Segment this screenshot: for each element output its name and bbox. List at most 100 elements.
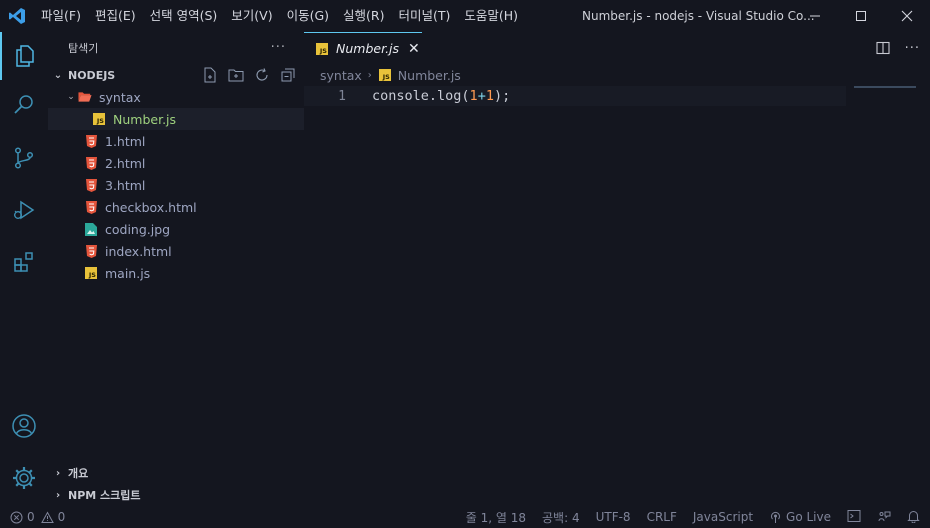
outline-section-header[interactable]: › 개요 <box>48 462 304 484</box>
breadcrumb-file[interactable]: Number.js <box>398 68 461 83</box>
code-text: console.log(1+1); <box>372 88 510 104</box>
file-label: 1.html <box>105 133 146 149</box>
collapse-all-icon[interactable] <box>280 67 296 83</box>
tree-file-checkbox-html[interactable]: checkbox.html <box>48 196 304 218</box>
html-file-icon <box>84 244 98 258</box>
indentation[interactable]: 공백: 4 <box>542 509 580 526</box>
file-label: 2.html <box>105 155 146 171</box>
menu-view[interactable]: 보기(V) <box>224 0 279 32</box>
minimize-button[interactable] <box>792 0 838 32</box>
vscode-logo-icon <box>0 0 34 32</box>
tree-file-coding-jpg[interactable]: coding.jpg <box>48 218 304 240</box>
tree-folder-syntax[interactable]: ⌄ syntax <box>48 86 304 108</box>
run-debug-icon <box>14 200 35 220</box>
close-icon <box>901 10 913 22</box>
files-icon <box>16 45 34 67</box>
search-icon <box>14 95 33 114</box>
menu-terminal[interactable]: 터미널(T) <box>392 0 458 32</box>
menu-file[interactable]: 파일(F) <box>34 0 88 32</box>
tab-label: Number.js <box>336 41 400 56</box>
editor-area: JS Number.js ✕ ··· syntax › JS Number.js… <box>304 32 930 508</box>
tab-number-js[interactable]: JS Number.js ✕ <box>304 32 422 64</box>
line-ending[interactable]: CRLF <box>647 510 677 524</box>
accounts-activity[interactable] <box>0 402 48 450</box>
sidebar-header: 탐색기 ··· <box>48 32 304 64</box>
menu-run[interactable]: 실행(R) <box>336 0 391 32</box>
minimize-icon <box>810 15 820 17</box>
gear-icon <box>13 467 35 489</box>
cursor-position[interactable]: 줄 1, 열 18 <box>466 509 526 526</box>
code-number: 1 <box>469 88 478 104</box>
feedback-icon[interactable] <box>877 509 891 526</box>
notifications-icon[interactable] <box>907 509 920 526</box>
chevron-right-icon: › <box>55 489 61 501</box>
project-section-header[interactable]: ⌄ NODEJS <box>48 64 304 86</box>
refresh-icon[interactable] <box>254 67 270 83</box>
npm-scripts-section-header[interactable]: › NPM 스크립트 <box>48 484 304 506</box>
run-debug-activity[interactable] <box>0 186 48 234</box>
file-label: checkbox.html <box>105 199 197 215</box>
account-icon <box>12 414 36 438</box>
js-file-icon: JS <box>378 68 392 82</box>
problems-indicator[interactable]: 0 0 <box>10 510 65 524</box>
source-control-activity[interactable] <box>0 134 48 182</box>
more-actions-button[interactable]: ··· <box>271 40 286 55</box>
terminal-icon[interactable] <box>847 509 861 526</box>
code-suffix: ); <box>493 88 511 104</box>
extensions-icon <box>14 252 33 272</box>
code-line[interactable]: 1 console.log(1+1); <box>304 86 846 106</box>
close-tab-icon[interactable]: ✕ <box>408 41 420 57</box>
language-mode[interactable]: JavaScript <box>693 510 753 524</box>
tab-bar: JS Number.js ✕ ··· <box>304 32 930 64</box>
file-label: main.js <box>105 265 151 281</box>
go-live-button[interactable]: Go Live <box>769 510 831 524</box>
breadcrumb-folder[interactable]: syntax <box>320 68 362 83</box>
menu-selection[interactable]: 선택 영역(S) <box>143 0 225 32</box>
code-prefix: console.log( <box>372 88 470 104</box>
new-folder-icon[interactable] <box>228 67 244 83</box>
menu-bar: 파일(F) 편집(E) 선택 영역(S) 보기(V) 이동(G) 실행(R) 터… <box>34 0 525 32</box>
tree-file-number-js[interactable]: JS Number.js <box>48 108 304 130</box>
editor-actions: ··· <box>875 32 920 64</box>
search-activity[interactable] <box>0 80 48 128</box>
menu-edit[interactable]: 편집(E) <box>88 0 143 32</box>
code-editor[interactable]: 1 console.log(1+1); <box>304 86 930 486</box>
extensions-activity[interactable] <box>0 238 48 286</box>
sidebar-title: 탐색기 <box>68 42 99 55</box>
file-label: Number.js <box>113 111 177 127</box>
image-file-icon <box>84 222 98 236</box>
new-file-icon[interactable] <box>202 67 218 83</box>
settings-activity[interactable] <box>0 454 48 502</box>
file-label: 3.html <box>105 177 146 193</box>
outline-label: 개요 <box>68 467 89 480</box>
folder-open-icon <box>78 90 92 104</box>
close-window-button[interactable] <box>884 0 930 32</box>
menu-help[interactable]: 도움말(H) <box>457 0 525 32</box>
minimap[interactable] <box>854 86 916 88</box>
js-file-icon: JS <box>315 42 329 56</box>
html-file-icon <box>84 134 98 148</box>
title-bar: 파일(F) 편집(E) 선택 영역(S) 보기(V) 이동(G) 실행(R) 터… <box>0 0 930 32</box>
tree-file-main-js[interactable]: JS main.js <box>48 262 304 284</box>
split-editor-icon[interactable] <box>875 40 891 56</box>
menu-go[interactable]: 이동(G) <box>280 0 336 32</box>
explorer-sidebar: 탐색기 ··· ⌄ NODEJS ⌄ syntax JS Number.js 1… <box>48 32 304 508</box>
more-actions-icon[interactable]: ··· <box>905 41 920 56</box>
section-actions <box>202 67 296 83</box>
warning-count: 0 <box>57 510 66 524</box>
maximize-button[interactable] <box>838 0 884 32</box>
html-file-icon <box>84 178 98 192</box>
tree-file-1-html[interactable]: 1.html <box>48 130 304 152</box>
chevron-right-icon: › <box>55 467 61 479</box>
chevron-down-icon: ⌄ <box>53 69 63 81</box>
code-operator: + <box>477 88 486 104</box>
chevron-down-icon: ⌄ <box>67 92 75 102</box>
maximize-icon <box>856 11 866 21</box>
error-count: 0 <box>27 510 35 524</box>
encoding[interactable]: UTF-8 <box>596 510 631 524</box>
tree-file-index-html[interactable]: index.html <box>48 240 304 262</box>
tree-file-3-html[interactable]: 3.html <box>48 174 304 196</box>
html-file-icon <box>84 200 98 214</box>
tree-file-2-html[interactable]: 2.html <box>48 152 304 174</box>
explorer-activity[interactable] <box>0 32 48 80</box>
